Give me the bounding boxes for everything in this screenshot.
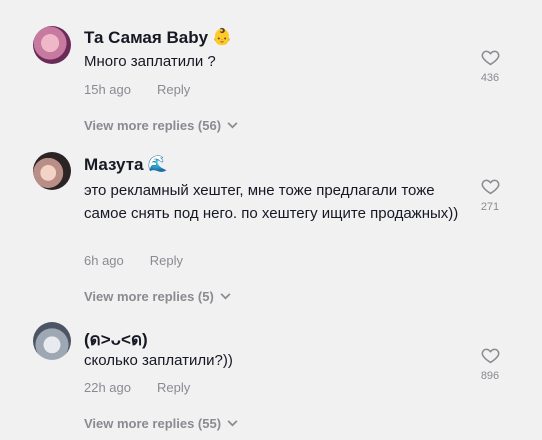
heart-icon xyxy=(481,348,499,364)
view-more-replies-label[interactable]: View more replies (56) xyxy=(84,118,221,133)
view-more-replies-label[interactable]: View more replies (5) xyxy=(84,289,214,304)
like-button[interactable]: 436 xyxy=(470,49,510,84)
heart-icon xyxy=(481,179,499,195)
username-text[interactable]: Та Самая Baby xyxy=(84,28,208,48)
view-more-replies-label[interactable]: View more replies (55) xyxy=(84,416,221,431)
comment-meta: 15h ago Reply xyxy=(84,82,190,97)
chevron-down-icon xyxy=(227,122,238,129)
reply-button[interactable]: Reply xyxy=(150,253,183,268)
username[interactable]: Та Самая Baby 👶 xyxy=(84,28,232,48)
heart-icon xyxy=(481,50,499,66)
comment-time: 15h ago xyxy=(84,82,131,97)
avatar[interactable] xyxy=(33,26,71,64)
like-count: 271 xyxy=(480,201,500,213)
wave-icon: 🌊 xyxy=(147,156,168,173)
comment-time: 6h ago xyxy=(84,253,124,268)
baby-face-icon: 👶 xyxy=(212,29,233,46)
comment-text: Много заплатили ? xyxy=(84,53,216,70)
comment-meta: 22h ago Reply xyxy=(84,380,190,395)
view-more-replies[interactable]: View more replies (55) xyxy=(84,416,238,431)
like-button[interactable]: 896 xyxy=(470,347,510,382)
comment-text: сколько заплатили?)) xyxy=(84,352,233,369)
view-more-replies[interactable]: View more replies (56) xyxy=(84,118,238,133)
comment-text: это рекламный хештег, мне тоже предлагал… xyxy=(84,182,459,222)
chevron-down-icon xyxy=(220,293,231,300)
avatar[interactable] xyxy=(33,152,71,190)
username-text[interactable]: Мазута xyxy=(84,155,144,175)
like-count: 436 xyxy=(480,72,500,84)
comment-time: 22h ago xyxy=(84,380,131,395)
username[interactable]: Мазута 🌊 xyxy=(84,155,167,175)
avatar[interactable] xyxy=(33,322,71,360)
like-button[interactable]: 271 xyxy=(470,178,510,213)
reply-button[interactable]: Reply xyxy=(157,380,190,395)
chevron-down-icon xyxy=(227,420,238,427)
comment-meta: 6h ago Reply xyxy=(84,253,183,268)
view-more-replies[interactable]: View more replies (5) xyxy=(84,289,231,304)
like-count: 896 xyxy=(480,370,500,382)
reply-button[interactable]: Reply xyxy=(157,82,190,97)
